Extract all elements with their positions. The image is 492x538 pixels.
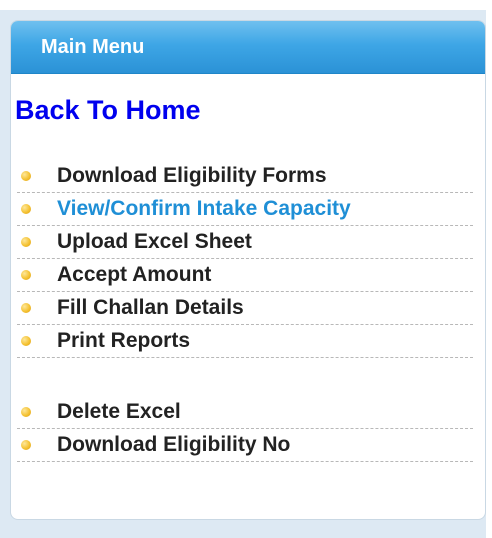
bullet-icon bbox=[21, 237, 31, 247]
menu-item-delete-excel[interactable]: Delete Excel bbox=[17, 396, 473, 429]
bullet-icon bbox=[21, 407, 31, 417]
bullet-icon bbox=[21, 336, 31, 346]
menu-link[interactable]: Download Eligibility Forms bbox=[57, 164, 327, 188]
menu-header-title: Main Menu bbox=[41, 35, 145, 58]
bullet-icon bbox=[21, 204, 31, 214]
back-to-home-link[interactable]: Back To Home bbox=[11, 94, 485, 126]
menu-link-active[interactable]: View/Confirm Intake Capacity bbox=[57, 197, 351, 221]
menu-item-accept-amount[interactable]: Accept Amount bbox=[17, 259, 473, 292]
menu-link[interactable]: Fill Challan Details bbox=[57, 296, 244, 320]
menu-item-upload-excel-sheet[interactable]: Upload Excel Sheet bbox=[17, 226, 473, 259]
bullet-icon bbox=[21, 303, 31, 313]
main-menu-panel: Main Menu Back To Home Download Eligibil… bbox=[10, 20, 486, 520]
menu-item-download-eligibility-forms[interactable]: Download Eligibility Forms bbox=[17, 160, 473, 193]
bullet-icon bbox=[21, 270, 31, 280]
menu-link[interactable]: Accept Amount bbox=[57, 263, 211, 287]
menu-link[interactable]: Print Reports bbox=[57, 329, 190, 353]
menu-header: Main Menu bbox=[11, 21, 485, 74]
menu-list-primary: Download Eligibility Forms View/Confirm … bbox=[11, 160, 485, 358]
menu-item-fill-challan-details[interactable]: Fill Challan Details bbox=[17, 292, 473, 325]
menu-link[interactable]: Download Eligibility No bbox=[57, 433, 290, 457]
bullet-icon bbox=[21, 440, 31, 450]
menu-link[interactable]: Upload Excel Sheet bbox=[57, 230, 252, 254]
menu-link[interactable]: Delete Excel bbox=[57, 400, 181, 424]
menu-item-download-eligibility-no[interactable]: Download Eligibility No bbox=[17, 429, 473, 462]
menu-list-secondary: Delete Excel Download Eligibility No bbox=[11, 396, 485, 462]
menu-item-view-confirm-intake-capacity[interactable]: View/Confirm Intake Capacity bbox=[17, 193, 473, 226]
menu-item-print-reports[interactable]: Print Reports bbox=[17, 325, 473, 358]
bullet-icon bbox=[21, 171, 31, 181]
